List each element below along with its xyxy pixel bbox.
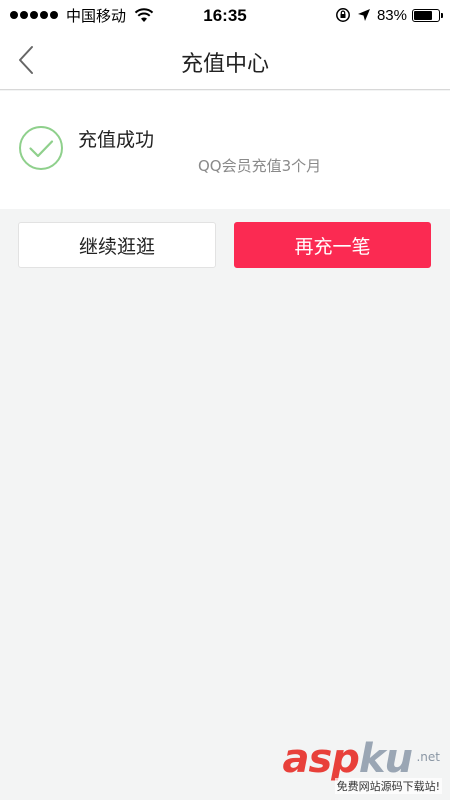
- page-title: 充值中心: [180, 52, 269, 77]
- navigation-bar: 充值中心: [0, 30, 450, 90]
- battery-percent: 83%: [376, 6, 407, 24]
- battery-fill: [414, 10, 433, 20]
- result-card: 充值成功 QQ会员充值3个月: [0, 91, 450, 209]
- battery-icon: [412, 8, 443, 22]
- back-button[interactable]: [8, 42, 44, 78]
- watermark-wordmark: aspku: [282, 736, 413, 782]
- continue-shopping-button[interactable]: 继续逛逛: [18, 222, 216, 268]
- result-title: 充值成功: [78, 129, 155, 151]
- watermark-domain: .net: [416, 750, 440, 764]
- watermark-subtitle: 免费网站源码下载站!: [334, 778, 442, 794]
- result-description: QQ会员充值3个月: [198, 157, 322, 175]
- watermark-logo: aspku .net 免费网站源码下载站!: [282, 736, 444, 794]
- status-right: 83%: [335, 6, 443, 24]
- status-bar: 中国移动 16:35 83%: [0, 0, 450, 30]
- location-arrow-icon: [357, 9, 370, 21]
- check-circle-icon: [19, 126, 63, 170]
- chevron-left-icon: [19, 46, 33, 74]
- orientation-lock-icon: [336, 8, 350, 22]
- recharge-again-button[interactable]: 再充一笔: [234, 222, 431, 268]
